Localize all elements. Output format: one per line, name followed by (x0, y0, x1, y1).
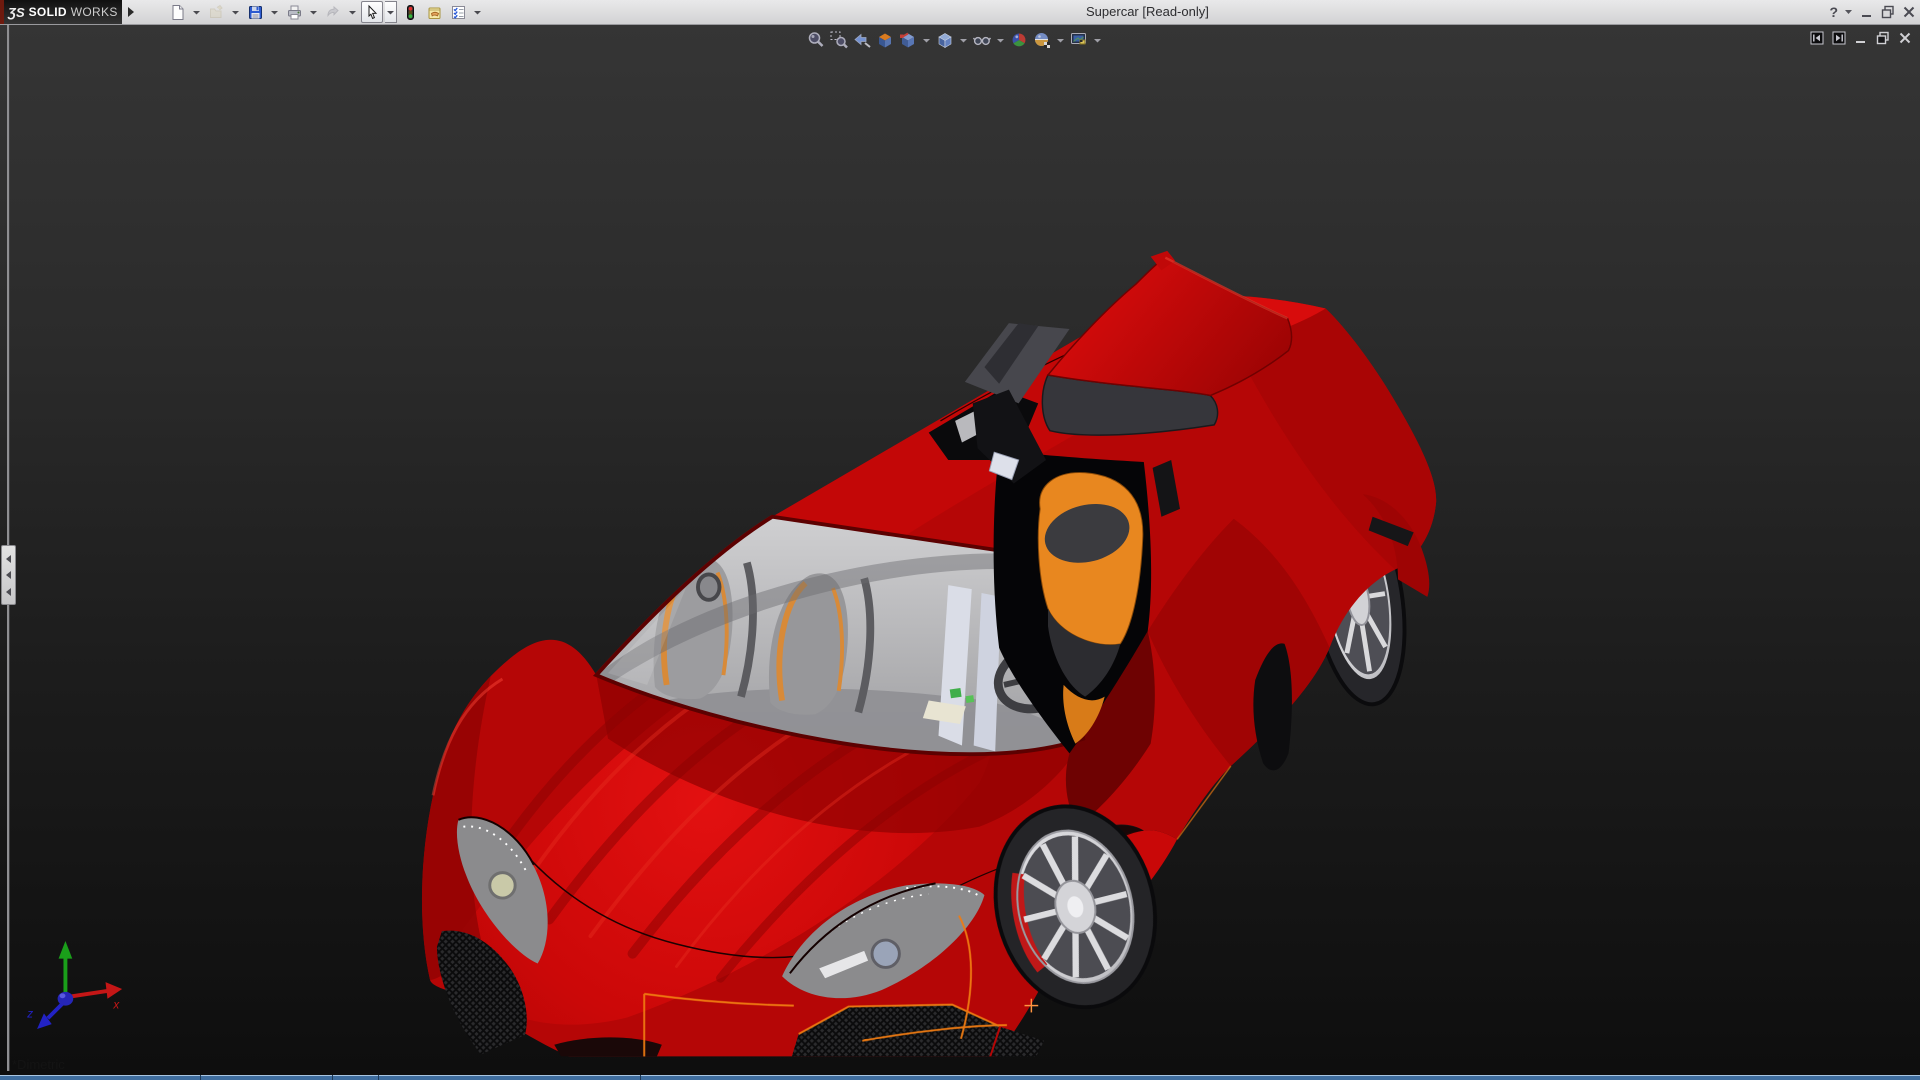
view-orientation-label: *Dimetric (12, 1057, 65, 1072)
chevron-left-icon (6, 571, 11, 579)
chevron-left-icon (6, 554, 11, 563)
select-dropdown[interactable] (385, 1, 397, 23)
chevron-left-icon (6, 587, 11, 596)
undo-arrow-icon (325, 4, 342, 21)
zoom-to-fit-icon (806, 30, 826, 50)
options-button[interactable] (447, 1, 469, 23)
menu-flyout-arrow-icon[interactable] (128, 7, 134, 17)
select-button[interactable] (361, 1, 383, 23)
solidworks-logo: ƷS SOLID WORKS (0, 0, 122, 24)
apply-scene-dropdown[interactable] (1054, 29, 1067, 51)
view-settings-icon (1069, 30, 1089, 50)
save-floppy-icon (247, 4, 264, 21)
heads-up-view-toolbar (805, 29, 1104, 51)
zoom-to-fit-button[interactable] (805, 29, 827, 51)
open-folder-icon (208, 4, 225, 21)
view-orientation-dropdown[interactable] (920, 29, 933, 51)
notebook-hand-icon (426, 4, 443, 21)
main-toolbar (166, 1, 484, 23)
view-orientation-icon (898, 30, 918, 50)
titlebar: ƷS SOLID WORKS Supercar [Read-only] ? (0, 0, 1920, 25)
hide-show-items-icon (972, 30, 992, 50)
apply-scene-button[interactable] (1031, 29, 1053, 51)
minimize-document-button[interactable] (1854, 31, 1868, 45)
previous-pane-button[interactable] (1810, 31, 1824, 45)
close-window-button[interactable] (1902, 5, 1916, 19)
taskbar-segment-divider (378, 1075, 379, 1080)
solidworks-logo-text: SOLID (28, 5, 67, 19)
graphics-viewport[interactable]: x z *Dimetric (0, 24, 1920, 1075)
taskbar-edge[interactable] (0, 1075, 1920, 1080)
edit-appearance-icon (1009, 30, 1029, 50)
taskbar-segment-divider (200, 1075, 201, 1080)
display-style-button[interactable] (934, 29, 956, 51)
stoplight-button[interactable] (399, 1, 421, 23)
zoom-to-area-button[interactable] (828, 29, 850, 51)
traffic-light-icon (402, 4, 419, 21)
triad-z-label: z (26, 1007, 33, 1020)
previous-view-icon (852, 30, 872, 50)
zoom-to-area-icon (829, 30, 849, 50)
view-orientation-button[interactable] (897, 29, 919, 51)
restore-icon (1876, 31, 1890, 45)
close-icon (1898, 31, 1912, 45)
undo-dropdown[interactable] (346, 1, 359, 23)
new-document-dropdown[interactable] (190, 1, 203, 23)
next-pane-button[interactable] (1832, 31, 1846, 45)
view-settings-dropdown[interactable] (1091, 29, 1104, 51)
apply-scene-icon (1032, 30, 1052, 50)
save-dropdown[interactable] (268, 1, 281, 23)
minimize-icon (1854, 31, 1868, 45)
section-view-icon (875, 30, 895, 50)
orientation-triad: x z (26, 941, 123, 1030)
print-button[interactable] (283, 1, 305, 23)
edit-appearance-button[interactable] (1008, 29, 1030, 51)
undo-button[interactable] (322, 1, 344, 23)
hide-show-items-dropdown[interactable] (994, 29, 1007, 51)
supercar-model[interactable]: x z (0, 24, 1920, 1075)
document-title: Supercar [Read-only] (1086, 4, 1209, 19)
minimize-window-button[interactable] (1860, 5, 1874, 19)
new-document-icon (169, 4, 186, 21)
triad-x-label: x (112, 999, 120, 1012)
select-arrow-icon (364, 4, 381, 21)
options-dropdown[interactable] (471, 1, 484, 23)
display-style-dropdown[interactable] (957, 29, 970, 51)
solidworks-logo-mark: ƷS (8, 4, 25, 20)
restore-document-button[interactable] (1876, 31, 1890, 45)
previous-view-button[interactable] (851, 29, 873, 51)
options-checklist-icon (450, 4, 467, 21)
print-icon (286, 4, 303, 21)
section-view-button[interactable] (874, 29, 896, 51)
open-document-button[interactable] (205, 1, 227, 23)
featuremanager-splitter-tab[interactable] (1, 545, 16, 605)
help-dropdown-icon[interactable] (1845, 8, 1853, 16)
view-settings-button[interactable] (1068, 29, 1090, 51)
taskbar-segment-divider (332, 1075, 333, 1080)
pane-left-icon (1810, 31, 1824, 45)
document-window-controls (1810, 31, 1912, 45)
pane-right-icon (1832, 31, 1846, 45)
window-controls: ? (1829, 0, 1916, 24)
open-document-dropdown[interactable] (229, 1, 242, 23)
restore-window-button[interactable] (1881, 5, 1895, 19)
save-button[interactable] (244, 1, 266, 23)
print-dropdown[interactable] (307, 1, 320, 23)
new-document-button[interactable] (166, 1, 188, 23)
display-style-icon (935, 30, 955, 50)
taskbar-segment-divider (640, 1075, 641, 1080)
design-binder-button[interactable] (423, 1, 445, 23)
help-icon[interactable]: ? (1829, 4, 1838, 20)
hide-show-items-button[interactable] (971, 29, 993, 51)
close-document-button[interactable] (1898, 31, 1912, 45)
